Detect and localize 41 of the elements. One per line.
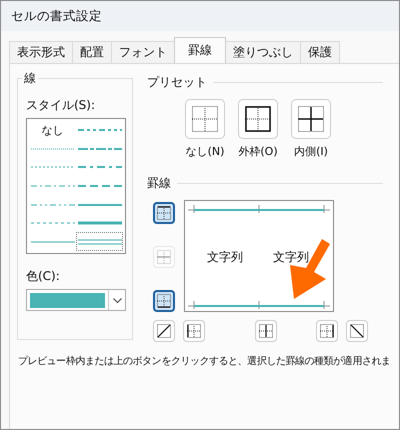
- line-style-sample: [78, 182, 122, 189]
- preset-label: 外枠(O): [238, 144, 278, 159]
- preset-label: 内側(I): [294, 144, 328, 159]
- section-title: 罫線: [147, 175, 171, 192]
- line-style-sample: [78, 164, 122, 170]
- border-button[interactable]: [153, 202, 175, 224]
- preset-button[interactable]: [238, 99, 278, 139]
- line-style-option[interactable]: なし: [29, 121, 76, 140]
- window-title: セルの書式設定: [1, 1, 399, 31]
- line-style-sample: [30, 220, 74, 226]
- line-style-sample: [78, 202, 122, 208]
- preview-text: 文字列: [273, 249, 309, 266]
- hint-text: プレビュー枠内または上のボタンをクリックすると、選択した罫線の種類が適用されま: [18, 354, 392, 368]
- line-style-sample: [30, 164, 74, 170]
- line-style-option[interactable]: [76, 232, 123, 251]
- style-label: スタイル(S):: [26, 97, 96, 114]
- line-style-sample: [78, 127, 122, 134]
- line-style-sample: [30, 238, 74, 245]
- line-style-sample: [30, 146, 74, 152]
- color-dropdown[interactable]: [26, 289, 126, 311]
- section-title: プリセット: [147, 74, 207, 91]
- preset-button[interactable]: [291, 99, 331, 139]
- preset-button[interactable]: [185, 99, 225, 139]
- tab[interactable]: 表示形式: [9, 41, 73, 63]
- border-preview[interactable]: 文字列 文字列: [184, 200, 334, 312]
- tab[interactable]: 塗りつぶし: [225, 41, 301, 63]
- border-button[interactable]: [153, 290, 175, 312]
- color-label: 色(C):: [26, 268, 61, 285]
- tab[interactable]: 保護: [300, 41, 340, 63]
- tab[interactable]: 配置: [72, 41, 112, 63]
- line-style-sample: [78, 238, 122, 246]
- tab[interactable]: フォント: [111, 41, 175, 63]
- style-label: なし: [42, 122, 64, 138]
- line-style-sample: [30, 182, 74, 189]
- line-style-sample: [78, 220, 122, 226]
- chevron-down-icon: [112, 298, 122, 302]
- tab[interactable]: 罫線: [174, 37, 226, 63]
- preset-label: なし(N): [186, 144, 224, 159]
- line-style-sample: [78, 146, 122, 152]
- line-style-sample: [30, 202, 74, 208]
- preview-text: 文字列: [207, 249, 243, 266]
